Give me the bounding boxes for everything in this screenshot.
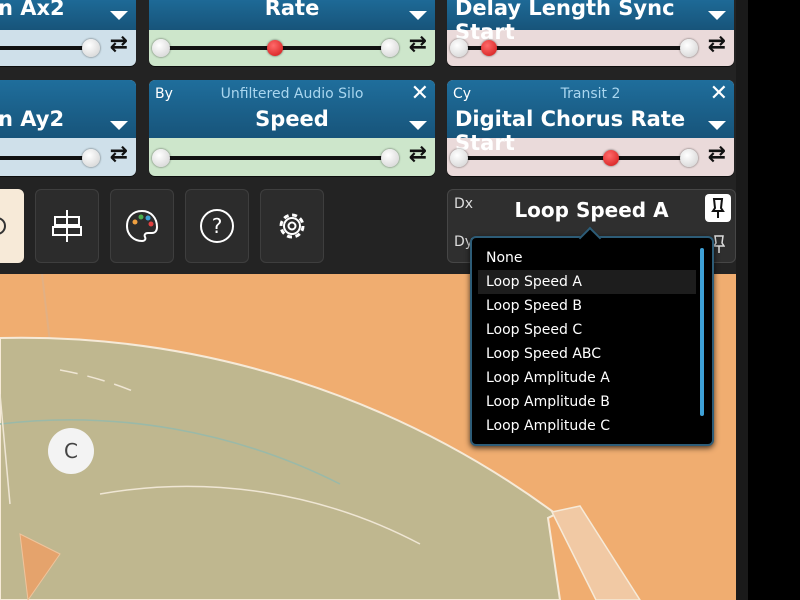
macro-card-chorus-rate[interactable]: Cy Transit 2 ✕ Digital Chorus Rate Start… <box>447 80 734 176</box>
chevron-down-icon[interactable] <box>708 11 726 20</box>
plugin-name: Transit 2 <box>560 86 621 102</box>
tool-icon <box>0 217 6 235</box>
dx-options-dropdown[interactable]: None Loop Speed A Loop Speed B Loop Speed C… <box>470 226 714 446</box>
modulation-routing-icon <box>52 210 82 242</box>
swap-arrows-icon[interactable]: ⇄ <box>708 142 726 167</box>
help-button[interactable]: ? <box>185 189 249 263</box>
chevron-down-icon[interactable] <box>110 121 128 130</box>
dropdown-option[interactable]: Loop Amplitude A <box>478 366 696 390</box>
slider-value-knob[interactable] <box>267 40 283 56</box>
slider[interactable]: ⇄ <box>447 30 734 66</box>
slider-max-knob[interactable] <box>381 149 399 167</box>
dropdown-scrollbar[interactable] <box>700 248 704 416</box>
theme-palette-button[interactable] <box>110 189 174 263</box>
background-strip <box>748 0 800 600</box>
swap-arrows-icon[interactable]: ⇄ <box>409 142 427 167</box>
macro-card-ax2[interactable]: n Ax2 ⇄ <box>0 0 136 66</box>
chevron-down-icon[interactable] <box>409 11 427 20</box>
dy-pin-icon[interactable] <box>713 234 725 254</box>
dx-value-select[interactable]: Loop Speed A <box>448 198 735 222</box>
pin-icon <box>711 198 725 218</box>
node-c[interactable]: C <box>48 428 94 474</box>
slider-max-knob[interactable] <box>680 149 698 167</box>
macro-card-rate[interactable]: Rate ⇄ <box>149 0 435 66</box>
settings-icon <box>279 213 305 239</box>
slider[interactable]: ⇄ <box>149 30 435 66</box>
macro-card-speed[interactable]: By Unfiltered Audio Silo ✕ Speed ⇄ <box>149 80 435 176</box>
slider-knob[interactable] <box>82 39 100 57</box>
dropdown-option[interactable]: Loop Speed B <box>478 294 696 318</box>
slider-min-knob[interactable] <box>450 39 468 57</box>
slider-min-knob[interactable] <box>152 39 170 57</box>
right-border <box>736 0 748 600</box>
dropdown-option[interactable]: Loop Speed ABC <box>478 342 696 366</box>
settings-button[interactable] <box>260 189 324 263</box>
svg-text:?: ? <box>212 214 223 238</box>
dx-pin-button[interactable] <box>705 194 731 222</box>
dropdown-option[interactable]: Loop Amplitude C <box>478 414 696 438</box>
chevron-down-icon[interactable] <box>110 11 128 20</box>
slider[interactable]: ⇄ <box>447 138 734 176</box>
dropdown-option[interactable]: Loop Speed C <box>478 318 696 342</box>
slider[interactable]: ⇄ <box>0 138 136 176</box>
close-icon[interactable]: ✕ <box>411 82 429 106</box>
dropdown-option[interactable]: Loop Amplitude B <box>478 390 696 414</box>
partial-tool-button[interactable] <box>0 189 24 263</box>
swap-arrows-icon[interactable]: ⇄ <box>409 32 427 57</box>
macro-card-ay2[interactable]: n Ay2 ⇄ <box>0 80 136 176</box>
slider[interactable]: ⇄ <box>0 30 136 66</box>
slider-max-knob[interactable] <box>381 39 399 57</box>
slider[interactable]: ⇄ <box>149 138 435 176</box>
slider-value-knob[interactable] <box>481 40 497 56</box>
plugin-name: Unfiltered Audio Silo <box>220 86 364 102</box>
slider-min-knob[interactable] <box>450 149 468 167</box>
slider-value-knob[interactable] <box>603 150 619 166</box>
close-icon[interactable]: ✕ <box>710 82 728 106</box>
palette-icon <box>125 209 159 243</box>
chevron-down-icon[interactable] <box>708 121 726 130</box>
card-title: Speed <box>255 107 329 131</box>
macro-card-delay-length[interactable]: Delay Length Sync Start ⇄ <box>447 0 734 66</box>
slider-min-knob[interactable] <box>152 149 170 167</box>
card-title: Rate <box>264 0 320 20</box>
swap-arrows-icon[interactable]: ⇄ <box>708 32 726 57</box>
modulation-routing-button[interactable] <box>35 189 99 263</box>
dropdown-option[interactable]: None <box>478 246 696 270</box>
swap-arrows-icon[interactable]: ⇄ <box>110 32 128 57</box>
help-icon: ? <box>200 209 234 243</box>
chevron-down-icon[interactable] <box>409 121 427 130</box>
slider-max-knob[interactable] <box>680 39 698 57</box>
plugin-window: n Ax2 ⇄ Rate ⇄ Delay Length Sync Start ⇄ <box>0 0 748 600</box>
dropdown-option[interactable]: Loop Speed A <box>478 270 696 294</box>
swap-arrows-icon[interactable]: ⇄ <box>110 142 128 167</box>
slider-knob[interactable] <box>82 149 100 167</box>
